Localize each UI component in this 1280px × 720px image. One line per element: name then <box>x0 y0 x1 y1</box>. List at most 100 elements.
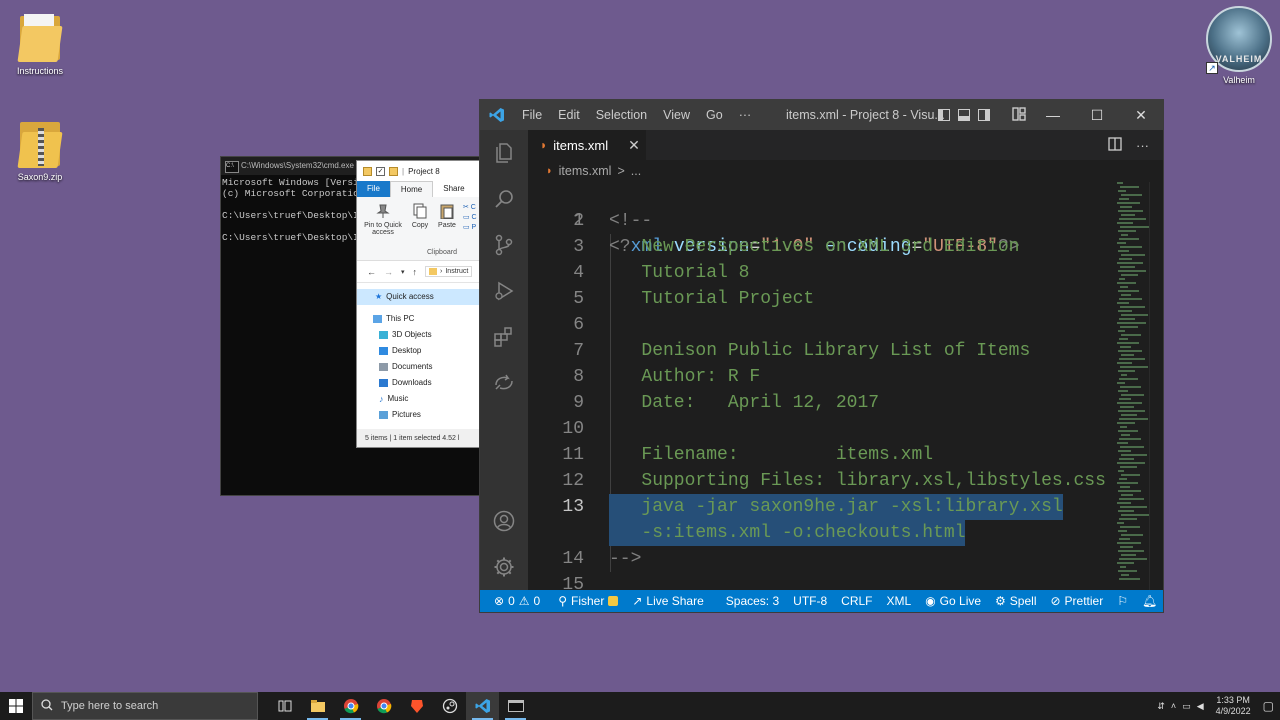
breadcrumb-file[interactable]: items.xml <box>559 164 612 178</box>
minimap-line <box>1120 206 1132 208</box>
sidebar-item-this-pc[interactable]: This PC <box>357 311 489 327</box>
vscode-window[interactable]: File Edit Selection View Go ··· items.xm… <box>480 100 1163 612</box>
run-debug-icon[interactable] <box>480 268 528 314</box>
taskbar: Type here to search ⇵ ˄ ▭ ◀ 1:33 PM 4/9/… <box>0 692 1280 720</box>
eol-setting[interactable]: CRLF <box>834 594 879 608</box>
menu-edit[interactable]: Edit <box>550 100 588 130</box>
forward-arrow-icon[interactable]: → <box>384 267 393 277</box>
toggle-panel-icon[interactable] <box>958 109 970 121</box>
indentation-setting[interactable]: Spaces: 3 <box>719 594 786 608</box>
clock[interactable]: 1:33 PM 4/9/2022 <box>1216 695 1251 717</box>
minimap-line <box>1118 430 1138 432</box>
windows-start-icon[interactable] <box>0 692 32 720</box>
maximize-button[interactable]: ☐ <box>1075 100 1119 130</box>
encoding-setting[interactable]: UTF-8 <box>786 594 834 608</box>
tab-share[interactable]: Share <box>433 181 474 197</box>
chrome-taskbar-icon[interactable] <box>334 692 367 720</box>
search-icon[interactable] <box>480 176 528 222</box>
pin-quick-access-button[interactable]: Pin to Quick access <box>361 203 405 236</box>
explorer-icon[interactable] <box>480 130 528 176</box>
desktop-icon-saxon-zip[interactable]: Saxon9.zip <box>0 118 80 182</box>
paste-icon <box>440 203 454 220</box>
customize-layout-icon[interactable] <box>1012 106 1026 124</box>
tab-home[interactable]: Home <box>389 181 434 197</box>
up-arrow-icon[interactable]: ↑ <box>413 267 418 277</box>
sidebar-item-quick-access[interactable]: ★ Quick access <box>357 289 489 305</box>
account-icon[interactable] <box>480 498 528 544</box>
copy-button[interactable]: Copy <box>409 203 431 229</box>
download-icon <box>379 379 388 387</box>
chevron-down-icon[interactable]: ▾ <box>401 268 405 276</box>
feedback-icon[interactable]: ⚐ <box>1110 594 1135 608</box>
minimize-button[interactable]: — <box>1031 100 1075 130</box>
tab-file[interactable]: File <box>357 181 390 197</box>
notifications-bell-icon[interactable]: 🔔︎ <box>1135 594 1163 608</box>
steam-taskbar-icon[interactable] <box>433 692 466 720</box>
minimap-line <box>1117 542 1141 544</box>
minimap-line <box>1118 510 1134 512</box>
terminal-taskbar-icon[interactable] <box>499 692 532 720</box>
chevron-up-icon[interactable]: ˄ <box>1171 701 1176 711</box>
desktop-icon-instructions[interactable]: Instructions <box>0 12 80 76</box>
minimap-line <box>1118 310 1132 312</box>
menu-selection[interactable]: Selection <box>588 100 655 130</box>
problems-indicator[interactable]: ⊗ 0 ⚠ 0 <box>480 594 547 608</box>
tab-items-xml[interactable]: ◗ items.xml ✕ <box>528 130 646 160</box>
toggle-secondary-sidebar-icon[interactable] <box>978 109 990 121</box>
no-entry-icon: ⊘ <box>1050 594 1061 608</box>
minimap-line <box>1120 326 1138 328</box>
network-icon[interactable]: ⇵ <box>1157 701 1165 712</box>
taskbar-search[interactable]: Type here to search <box>32 692 258 720</box>
sidebar-item-desktop[interactable]: Desktop <box>357 343 489 359</box>
code-editor[interactable]: 1 <?xml version="1.0" encoding="UTF-8"?>… <box>528 182 1115 590</box>
task-view-icon[interactable] <box>268 692 301 720</box>
file-explorer-taskbar-icon[interactable] <box>301 692 334 720</box>
split-editor-icon[interactable] <box>1108 136 1122 154</box>
menu-more[interactable]: ··· <box>731 100 760 130</box>
folder-icon <box>389 166 398 176</box>
file-explorer-window[interactable]: ✓ | Project 8 File Home Share Pin to Qui… <box>356 160 490 448</box>
vscode-taskbar-icon[interactable] <box>466 692 499 720</box>
gear-icon[interactable] <box>480 544 528 590</box>
minimap-line <box>1118 290 1139 292</box>
sidebar-item-pictures[interactable]: Pictures <box>357 407 489 423</box>
close-tab-icon[interactable]: ✕ <box>628 137 640 154</box>
spell-button[interactable]: ⚙ Spell <box>988 594 1043 608</box>
sidebar-item-music[interactable]: ♪ Music <box>357 391 489 407</box>
minimap-line <box>1118 230 1136 232</box>
minimap-line <box>1117 262 1143 264</box>
paste-button[interactable]: Paste <box>435 203 459 229</box>
sidebar-item-downloads[interactable]: Downloads <box>357 375 489 391</box>
more-actions-icon[interactable]: ··· <box>1136 138 1149 153</box>
mail-icon[interactable]: ▭ <box>1182 701 1191 712</box>
close-button[interactable]: ✕ <box>1119 100 1163 130</box>
toggle-sidebar-icon[interactable] <box>938 109 950 121</box>
remote-explorer-icon[interactable] <box>480 360 528 406</box>
brave-taskbar-icon[interactable] <box>400 692 433 720</box>
breadcrumb-more[interactable]: ... <box>631 164 641 178</box>
prettier-button[interactable]: ⊘ Prettier <box>1043 594 1110 608</box>
live-share-button[interactable]: ↗ Live Share <box>625 594 710 608</box>
sidebar-item-documents[interactable]: Documents <box>357 359 489 375</box>
minimap-line <box>1117 322 1146 324</box>
minimap[interactable] <box>1117 182 1150 590</box>
sidebar-item-3d-objects[interactable]: 3D Objects <box>357 327 489 343</box>
extensions-icon[interactable] <box>480 314 528 360</box>
menu-go[interactable]: Go <box>698 100 731 130</box>
volume-icon[interactable]: ◀ <box>1197 701 1204 712</box>
go-live-button[interactable]: ◉ Go Live <box>918 594 988 608</box>
menu-file[interactable]: File <box>514 100 550 130</box>
chrome-profile-taskbar-icon[interactable] <box>367 692 400 720</box>
address-bar[interactable]: › Instruct <box>425 266 473 277</box>
minimap-line <box>1120 226 1149 228</box>
minimap-line <box>1117 342 1139 344</box>
source-control-icon[interactable] <box>480 222 528 268</box>
language-mode[interactable]: XML <box>880 594 919 608</box>
account-status[interactable]: ⚲ Fisher <box>551 594 625 608</box>
notification-center-icon[interactable]: ▢ <box>1263 699 1274 713</box>
menu-view[interactable]: View <box>655 100 698 130</box>
desktop-icon-valheim[interactable]: VALHEIM ↗ Valheim <box>1204 6 1274 85</box>
layout-controls <box>938 106 1026 124</box>
back-arrow-icon[interactable]: ← <box>367 267 376 277</box>
vertical-scrollbar[interactable] <box>1149 182 1163 590</box>
